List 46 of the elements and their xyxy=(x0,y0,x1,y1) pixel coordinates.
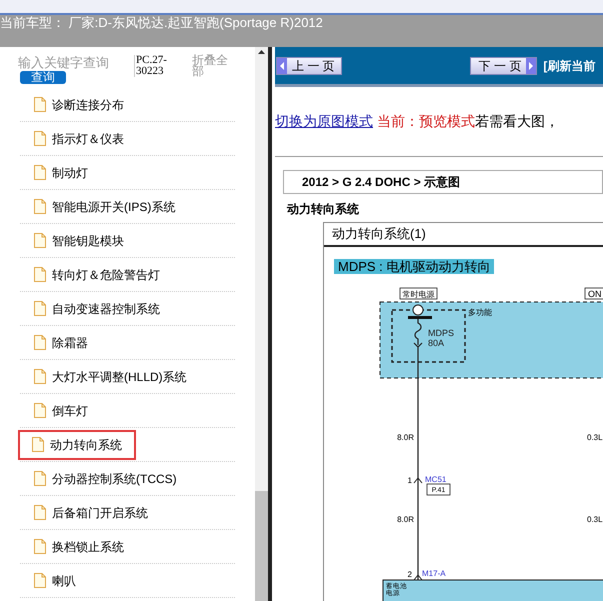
diagram-heading: MDPS : 电机驱动动力转向 xyxy=(334,259,494,274)
document-icon xyxy=(34,233,46,248)
document-icon xyxy=(34,165,46,180)
tree-item[interactable]: 诊断连接分布 xyxy=(20,90,138,120)
scrollbar-thumb[interactable] xyxy=(255,491,268,601)
tree-item[interactable]: 转向灯＆危险警告灯 xyxy=(20,260,174,290)
scrollbar[interactable] xyxy=(255,47,268,601)
tree-item[interactable]: 换档锁止系统 xyxy=(20,532,138,562)
search-field[interactable]: 输入关键字查询 xyxy=(18,55,128,71)
tree-item[interactable]: 指示灯＆仪表 xyxy=(20,124,138,154)
document-icon xyxy=(32,437,44,452)
tree-item[interactable]: 自动变速器控制系统 xyxy=(20,294,174,324)
section-title: 动力转向系统 xyxy=(287,201,360,218)
previous-page-button[interactable]: 上 一 页 xyxy=(276,56,342,74)
tree-item[interactable]: 智能电源开关(IPS)系统 xyxy=(20,192,190,222)
document-icon xyxy=(34,199,46,214)
document-icon xyxy=(34,301,46,316)
tree-item[interactable]: 后备箱门开启系统 xyxy=(20,498,162,528)
document-icon xyxy=(34,471,46,486)
search-button[interactable]: 查询 xyxy=(20,71,66,84)
document-icon xyxy=(34,131,46,146)
tree-item[interactable]: 喇叭 xyxy=(20,566,90,596)
car-model-text: 当前车型： 厂家:D-东风悦达.起亚智跑(Sportage R)2012 xyxy=(0,15,323,31)
breadcrumb-text: 2012 > G 2.4 DOHC > 示意图 xyxy=(302,174,460,191)
document-icon xyxy=(34,505,46,520)
refresh-link[interactable]: [刷新当前 xyxy=(543,56,596,74)
next-page-button[interactable]: 下 一 页 xyxy=(470,56,538,74)
document-icon xyxy=(34,403,46,418)
mode-status-text: 当前：预览模式 xyxy=(377,112,475,131)
tree-item[interactable]: 大灯水平调整(HLLD)系统 xyxy=(20,362,201,392)
hint-text: 若需看大图， xyxy=(475,112,559,131)
original-mode-link[interactable]: 切换为原图模式 xyxy=(275,111,373,132)
tree-item[interactable]: 智能钥匙模块 xyxy=(20,226,138,256)
diagram-title: 动力转向系统(1) xyxy=(332,225,426,244)
document-icon xyxy=(34,369,46,384)
code-text: PC.27-30223 xyxy=(134,55,174,77)
document-icon xyxy=(34,335,46,350)
document-icon xyxy=(34,97,46,112)
tree-item[interactable]: 动力转向系统 xyxy=(18,430,136,460)
tree-item[interactable]: 倒车灯 xyxy=(20,396,102,426)
tree-item[interactable]: 分动器控制系统(TCCS) xyxy=(20,464,191,494)
tree-item[interactable]: 除霜器 xyxy=(20,328,102,358)
document-icon xyxy=(34,267,46,282)
document-icon xyxy=(34,539,46,554)
document-icon xyxy=(34,573,46,588)
tree-item[interactable]: 制动灯 xyxy=(20,158,102,188)
